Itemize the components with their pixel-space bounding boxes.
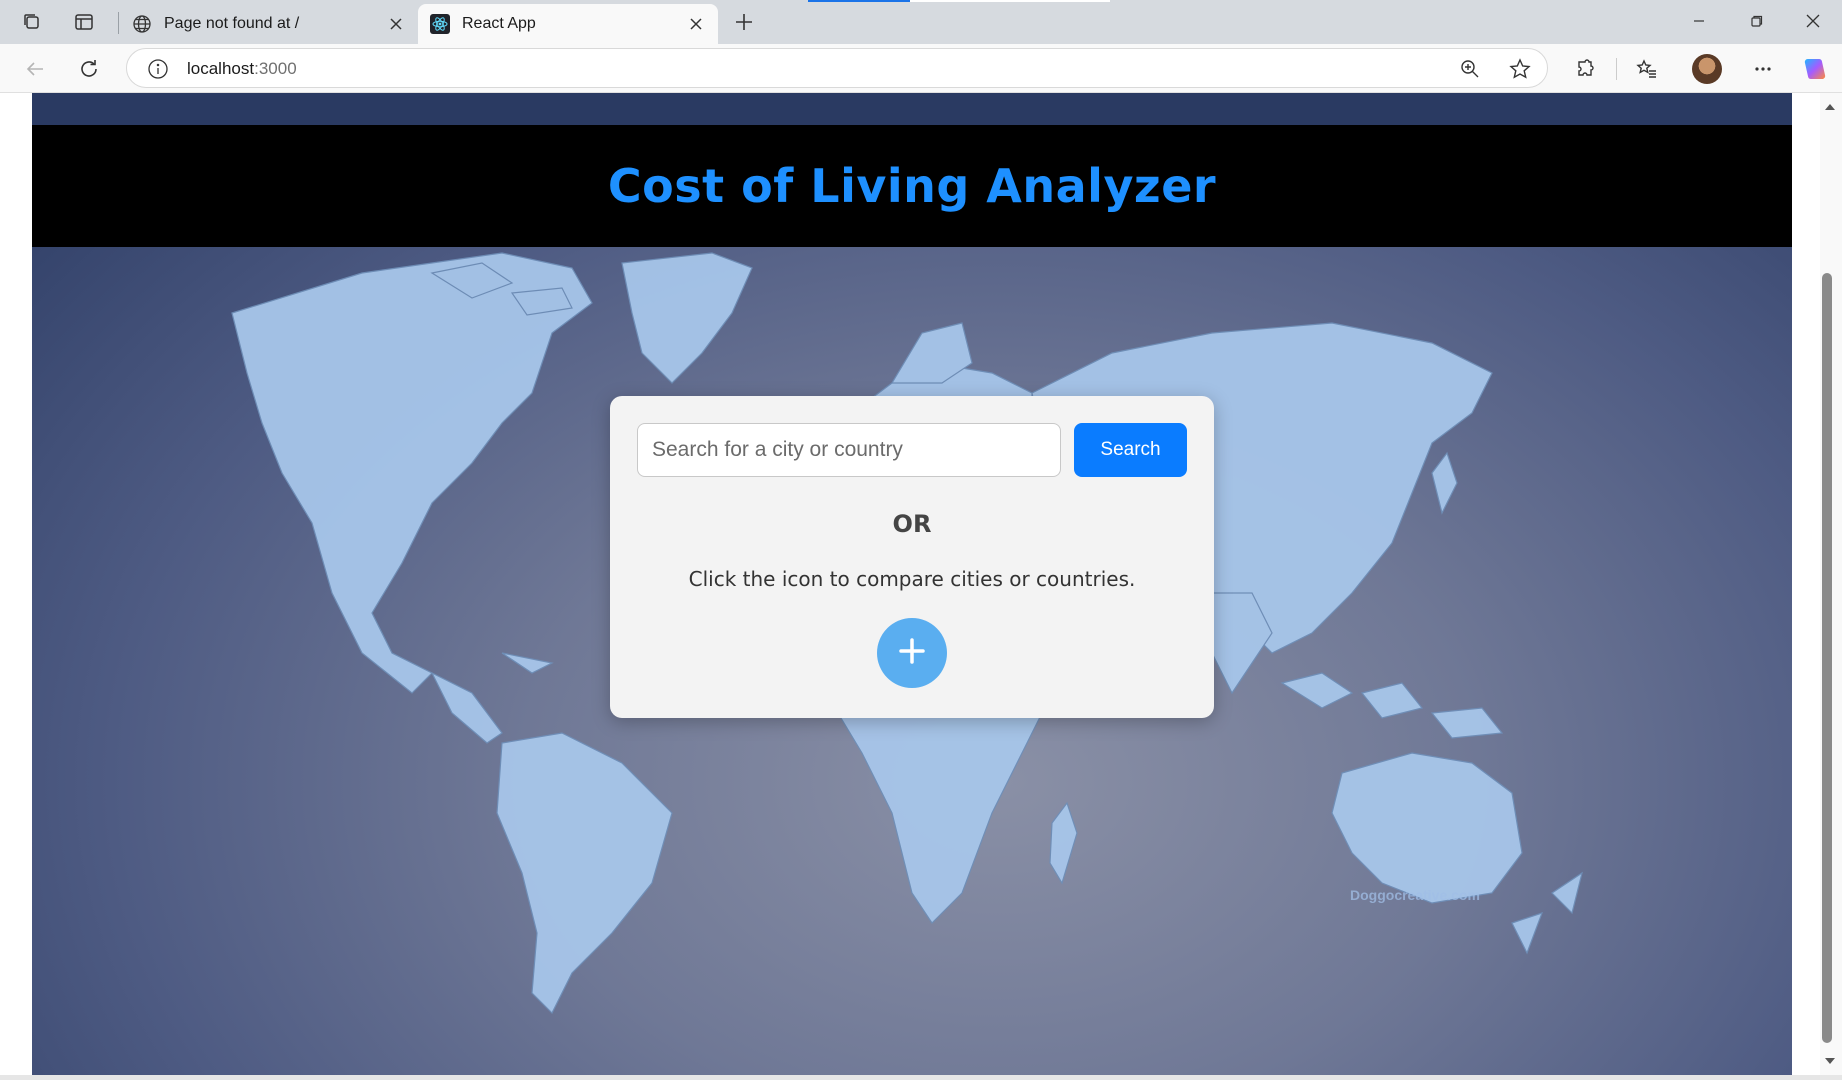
new-tab-icon[interactable]	[728, 6, 760, 38]
tab-strip: Page not found at / React App	[0, 0, 1842, 44]
loading-indicator-track	[910, 0, 1110, 2]
scroll-up-arrow-icon[interactable]	[1824, 99, 1836, 117]
favorites-icon[interactable]	[1630, 52, 1664, 86]
tab-separator	[118, 12, 119, 34]
loading-indicator	[808, 0, 910, 2]
site-info-icon[interactable]	[147, 58, 169, 85]
tab-title: React App	[462, 15, 536, 32]
favorite-star-icon[interactable]	[1509, 58, 1531, 85]
workspaces-icon[interactable]	[14, 6, 50, 38]
url-host: localhost	[187, 59, 255, 78]
browser-viewport: Cost of Living Analyzer Doggocreative.co…	[0, 93, 1842, 1080]
profile-avatar[interactable]	[1692, 54, 1722, 84]
globe-icon	[132, 14, 152, 34]
scrollbar-thumb[interactable]	[1822, 273, 1832, 1043]
extensions-icon[interactable]	[1568, 52, 1602, 86]
back-icon[interactable]	[18, 52, 52, 86]
url-text: localhost:3000	[187, 59, 297, 79]
toolbar-divider	[1616, 58, 1617, 80]
window-bottom-edge	[0, 1075, 1842, 1080]
copilot-icon[interactable]	[1798, 52, 1832, 86]
address-bar[interactable]: localhost:3000	[126, 48, 1548, 88]
close-tab-icon[interactable]	[686, 14, 706, 34]
refresh-icon[interactable]	[72, 52, 106, 86]
plus-icon	[897, 636, 927, 671]
close-tab-icon[interactable]	[386, 14, 406, 34]
app-header: Cost of Living Analyzer	[32, 125, 1792, 247]
more-menu-icon[interactable]	[1746, 52, 1780, 86]
url-port: :3000	[254, 59, 297, 78]
map-watermark: Doggocreative.com	[1350, 887, 1480, 903]
compare-instruction: Click the icon to compare cities or coun…	[688, 567, 1136, 591]
restore-icon[interactable]	[1728, 0, 1786, 42]
scroll-down-arrow-icon[interactable]	[1824, 1053, 1836, 1071]
tab-page-not-found[interactable]: Page not found at /	[120, 4, 418, 44]
compare-add-button[interactable]	[877, 618, 947, 688]
tab-title: Page not found at /	[164, 15, 300, 32]
search-button[interactable]: Search	[1074, 423, 1187, 477]
app-page: Cost of Living Analyzer Doggocreative.co…	[32, 93, 1792, 1076]
search-input[interactable]	[637, 423, 1061, 477]
app-title: Cost of Living Analyzer	[607, 159, 1217, 213]
browser-toolbar: localhost:3000	[0, 44, 1842, 93]
react-icon	[430, 14, 450, 34]
minimize-icon[interactable]	[1670, 0, 1728, 42]
search-card: Search OR Click the icon to compare citi…	[610, 396, 1214, 718]
or-divider-label: OR	[892, 510, 932, 538]
close-window-icon[interactable]	[1784, 0, 1842, 42]
tab-actions-icon[interactable]	[66, 6, 102, 38]
zoom-icon[interactable]	[1459, 58, 1481, 85]
tab-react-app[interactable]: React App	[418, 4, 718, 44]
